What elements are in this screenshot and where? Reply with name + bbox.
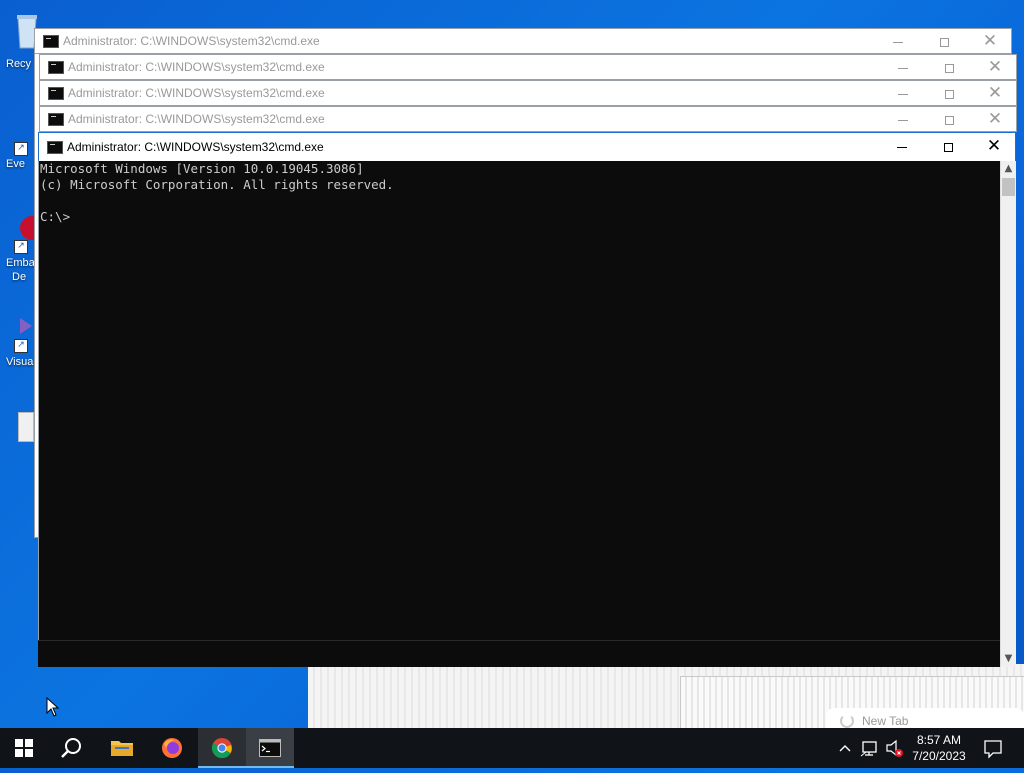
minimize-button[interactable]: [875, 29, 921, 53]
minimize-icon: [898, 93, 908, 95]
maximize-button[interactable]: [925, 134, 971, 158]
console-output: Microsoft Windows [Version 10.0.19045.30…: [40, 161, 394, 224]
minimize-icon: [897, 146, 907, 148]
desktop-icon-partial[interactable]: [18, 412, 34, 442]
minimize-icon: [898, 119, 908, 121]
taskbar: 8:57 AM 7/20/2023: [0, 728, 1024, 768]
cmd-icon: [48, 113, 64, 126]
search-icon: [61, 738, 81, 758]
taskbar-firefox[interactable]: [148, 728, 196, 768]
minimize-icon: [898, 67, 908, 69]
desktop-icon-label: Visua: [6, 356, 34, 368]
windows-logo-icon: [15, 739, 33, 757]
taskbar-search-button[interactable]: [48, 728, 96, 768]
window-title: Administrator: C:\WINDOWS\system32\cmd.e…: [68, 86, 325, 100]
minimize-button[interactable]: [879, 134, 925, 158]
cmd-window-4-titlebar[interactable]: Administrator: C:\WINDOWS\system32\cmd.e…: [39, 106, 1017, 132]
maximize-button[interactable]: [926, 107, 972, 131]
cmd-window-active-titlebar[interactable]: Administrator: C:\WINDOWS\system32\cmd.e…: [38, 132, 1016, 162]
desktop-icon-label: Emba: [6, 257, 35, 269]
minimize-button[interactable]: [880, 107, 926, 131]
browser-tab-new-tab[interactable]: New Tab: [826, 708, 1024, 728]
cmd-icon: [259, 739, 281, 757]
clock-date: 7/20/2023: [912, 749, 966, 763]
mouse-cursor-icon: [46, 697, 60, 717]
vertical-scrollbar[interactable]: ▲ ▼: [1000, 161, 1016, 667]
taskbar-cmd[interactable]: [246, 728, 294, 768]
maximize-icon: [944, 63, 954, 73]
notification-icon: [984, 740, 1002, 759]
firefox-icon: [162, 738, 182, 758]
close-button[interactable]: ✕: [971, 134, 1017, 158]
shortcut-arrow-icon: ↗: [14, 142, 28, 156]
scroll-up-arrow-icon[interactable]: ▲: [1001, 161, 1016, 177]
scrollbar-thumb[interactable]: [1002, 178, 1015, 196]
chevron-up-icon: [839, 745, 851, 752]
desktop-icon-label: Recy: [6, 58, 32, 70]
clock-time: 8:57 AM: [916, 733, 962, 747]
shortcut-arrow-icon: ↗: [14, 339, 28, 353]
minimize-icon: [893, 41, 903, 43]
browser-tab-label: New Tab: [862, 714, 909, 728]
loading-spinner-icon: [840, 714, 854, 728]
chrome-icon: [211, 738, 232, 759]
scroll-down-arrow-icon[interactable]: ▼: [1001, 651, 1016, 667]
window-title: Administrator: C:\WINDOWS\system32\cmd.e…: [68, 112, 325, 126]
shortcut-arrow-icon: ↗: [14, 240, 28, 254]
folder-icon: [111, 741, 133, 756]
network-tray-button[interactable]: [860, 728, 882, 768]
start-button[interactable]: [0, 728, 48, 768]
window-title: Administrator: C:\WINDOWS\system32\cmd.e…: [67, 140, 324, 154]
maximize-button[interactable]: [926, 55, 972, 79]
close-button[interactable]: ✕: [972, 107, 1018, 131]
taskbar-clock[interactable]: 8:57 AM 7/20/2023: [904, 732, 974, 764]
minimize-button[interactable]: [880, 81, 926, 105]
desktop-icon-label: Eve: [6, 158, 25, 170]
maximize-icon: [939, 37, 949, 47]
maximize-button[interactable]: [921, 29, 967, 53]
taskbar-file-explorer[interactable]: [98, 728, 146, 768]
cmd-window-3-titlebar[interactable]: Administrator: C:\WINDOWS\system32\cmd.e…: [39, 80, 1017, 106]
console-bottom-strip: [38, 640, 1000, 667]
close-button[interactable]: ✕: [972, 55, 1018, 79]
window-title: Administrator: C:\WINDOWS\system32\cmd.e…: [68, 60, 325, 74]
cmd-window-1-titlebar[interactable]: Administrator: C:\WINDOWS\system32\cmd.e…: [34, 28, 1012, 54]
show-hidden-icons-button[interactable]: [838, 728, 856, 768]
console-area[interactable]: Microsoft Windows [Version 10.0.19045.30…: [38, 161, 1000, 667]
maximize-icon: [944, 89, 954, 99]
close-button[interactable]: ✕: [972, 81, 1018, 105]
desktop-icon-label: De: [12, 271, 27, 283]
cmd-icon: [48, 61, 64, 74]
minimize-button[interactable]: [880, 55, 926, 79]
network-icon: [860, 741, 877, 757]
volume-muted-icon: [886, 739, 903, 757]
cmd-icon: [48, 87, 64, 100]
cmd-icon: [47, 141, 63, 154]
cmd-icon: [43, 35, 59, 48]
taskbar-chrome[interactable]: [198, 728, 246, 768]
volume-tray-button[interactable]: [884, 728, 906, 768]
maximize-button[interactable]: [926, 81, 972, 105]
window-title: Administrator: C:\WINDOWS\system32\cmd.e…: [63, 34, 320, 48]
close-button[interactable]: ✕: [967, 29, 1013, 53]
cmd-window-2-titlebar[interactable]: Administrator: C:\WINDOWS\system32\cmd.e…: [39, 54, 1017, 80]
action-center-button[interactable]: [980, 728, 1006, 768]
maximize-icon: [943, 142, 953, 152]
maximize-icon: [944, 115, 954, 125]
